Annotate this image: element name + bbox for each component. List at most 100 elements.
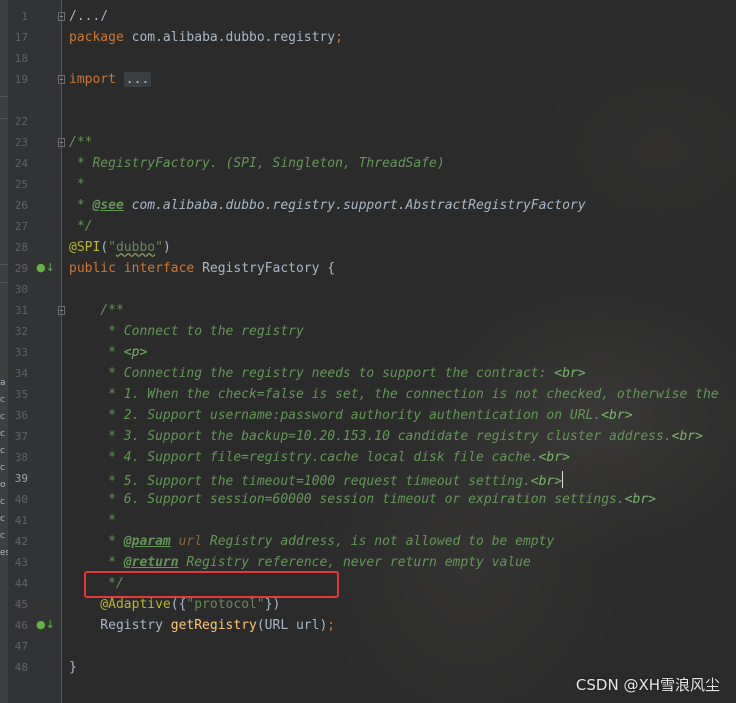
- code-token: ...: [123, 72, 152, 87]
- code-token: /**: [69, 303, 124, 318]
- code-token: package: [69, 30, 132, 45]
- code-line[interactable]: /**: [69, 132, 92, 153]
- code-line[interactable]: * @return Registry reference, never retu…: [69, 552, 531, 573]
- code-token: dubbo: [115, 240, 156, 255]
- code-token: ;: [327, 618, 336, 633]
- code-line[interactable]: * RegistryFactory. (SPI, Singleton, Thre…: [69, 153, 445, 174]
- code-token: ": [108, 240, 116, 255]
- project-tree-item-fragment[interactable]: c: [0, 412, 8, 422]
- code-token: ({: [170, 597, 187, 612]
- code-line[interactable]: Registry getRegistry(URL url);: [69, 615, 335, 636]
- code-line[interactable]: *: [69, 510, 116, 531]
- line-number: 24: [14, 157, 28, 170]
- code-token: *: [69, 534, 124, 549]
- code-token: * 2. Support username:password authority…: [69, 408, 602, 423]
- line-number: 17: [14, 31, 28, 44]
- code-line[interactable]: */: [69, 216, 93, 237]
- line-number: 45: [14, 598, 28, 611]
- code-token: * 6. Support session=60000 session timeo…: [69, 492, 625, 507]
- code-token: <br>: [554, 366, 586, 381]
- project-tree-item-fragment[interactable]: c: [0, 429, 8, 439]
- code-token: @Adaptive: [69, 597, 171, 612]
- code-token: ": [155, 240, 163, 255]
- line-number: 27: [14, 220, 28, 233]
- code-line[interactable]: * @see com.alibaba.dubbo.registry.suppor…: [69, 195, 586, 216]
- code-token: url: [170, 534, 203, 549]
- fold-toggle-icon[interactable]: [58, 306, 65, 315]
- code-line[interactable]: }: [69, 657, 77, 678]
- line-number: 37: [14, 430, 28, 443]
- line-number: 1: [21, 10, 28, 23]
- code-line[interactable]: * 3. Support the backup=10.20.153.10 can…: [69, 426, 703, 447]
- code-line[interactable]: * 2. Support username:password authority…: [69, 405, 632, 426]
- code-token: * 1. When the check=false is set, the co…: [69, 387, 719, 402]
- line-number: 42: [14, 535, 28, 548]
- project-panel-edge[interactable]: a c c c c c o c c c es: [0, 0, 8, 703]
- code-token: com.alibaba.dubbo.registry.support.Abstr…: [123, 198, 586, 213]
- project-tree-item-fragment[interactable]: c: [0, 514, 8, 524]
- code-token: *: [69, 345, 124, 360]
- code-line[interactable]: * 4. Support file=registry.cache local d…: [69, 447, 570, 468]
- code-token: @see: [92, 198, 124, 213]
- code-token: <br>: [671, 429, 703, 444]
- code-token: @param: [123, 534, 171, 549]
- line-number: 23: [14, 136, 28, 149]
- code-line[interactable]: public interface RegistryFactory {: [69, 258, 335, 279]
- project-tree-item-fragment[interactable]: c: [0, 497, 8, 507]
- code-token: * Connecting the registry needs to suppo…: [69, 366, 555, 381]
- code-line[interactable]: * 1. When the check=false is set, the co…: [69, 384, 719, 405]
- panel-separator: [0, 264, 8, 265]
- project-tree-item-fragment[interactable]: c: [0, 463, 8, 473]
- code-token: @SPI: [69, 240, 101, 255]
- code-token: public interface: [69, 261, 203, 276]
- code-line[interactable]: * <p>: [69, 342, 147, 363]
- line-number: 19: [14, 73, 28, 86]
- code-token: }: [69, 660, 77, 675]
- code-token: com.alibaba.dubbo.registry: [131, 30, 336, 45]
- code-token: ): [162, 240, 171, 255]
- code-token: Registry: [69, 618, 171, 633]
- fold-toggle-icon[interactable]: [58, 12, 65, 21]
- gutter-separator: [61, 0, 62, 703]
- project-tree-item-fragment[interactable]: c: [0, 531, 8, 541]
- fold-toggle-icon[interactable]: [58, 138, 65, 147]
- code-token: * RegistryFactory. (SPI, Singleton, Thre…: [69, 156, 445, 171]
- editor-window: a c c c c c o c c c es 1 17 18 19 22 23 24 25 26 27 28 29 30 31…: [0, 0, 736, 703]
- code-token: *: [69, 555, 124, 570]
- code-token: <p>: [123, 345, 148, 360]
- code-line[interactable]: * 6. Support session=60000 session timeo…: [69, 489, 656, 510]
- project-tree-item-fragment[interactable]: c: [0, 395, 8, 405]
- line-number: 26: [14, 199, 28, 212]
- code-line[interactable]: package com.alibaba.dubbo.registry;: [69, 27, 343, 48]
- code-line[interactable]: * Connecting the registry needs to suppo…: [69, 363, 586, 384]
- line-number: 38: [14, 451, 28, 464]
- code-line[interactable]: * 5. Support the timeout=1000 request ti…: [69, 468, 564, 489]
- code-line[interactable]: /**: [69, 300, 124, 321]
- project-tree-item-fragment[interactable]: es: [0, 548, 8, 558]
- code-line[interactable]: @SPI("dubbo"): [69, 237, 171, 258]
- line-number: 46: [14, 619, 28, 632]
- text-caret: [562, 471, 564, 488]
- line-number: 18: [14, 52, 28, 65]
- implemented-by-icon[interactable]: ●↓: [36, 618, 55, 632]
- line-number: 28: [14, 241, 28, 254]
- code-token: import: [69, 72, 124, 87]
- line-number: 48: [14, 661, 28, 674]
- code-line[interactable]: * @param url Registry address, is not al…: [69, 531, 554, 552]
- line-number: [8, 90, 28, 111]
- project-tree-item-fragment[interactable]: o: [0, 480, 8, 490]
- code-token: @return: [123, 555, 179, 570]
- implemented-by-icon[interactable]: ●↓: [36, 261, 55, 275]
- project-tree-item-fragment[interactable]: c: [0, 446, 8, 456]
- fold-toggle-icon[interactable]: [58, 75, 65, 84]
- project-tree-item-fragment[interactable]: a: [0, 378, 8, 388]
- line-number: 25: [14, 178, 28, 191]
- code-line[interactable]: /.../: [69, 6, 108, 27]
- code-line[interactable]: *: [69, 174, 85, 195]
- code-line[interactable]: * Connect to the registry: [69, 321, 304, 342]
- line-number: 41: [14, 514, 28, 527]
- code-token: */: [69, 219, 93, 234]
- code-line[interactable]: import ...: [69, 69, 152, 90]
- code-token: /.../: [69, 9, 109, 24]
- code-token: (URL url): [256, 618, 328, 633]
